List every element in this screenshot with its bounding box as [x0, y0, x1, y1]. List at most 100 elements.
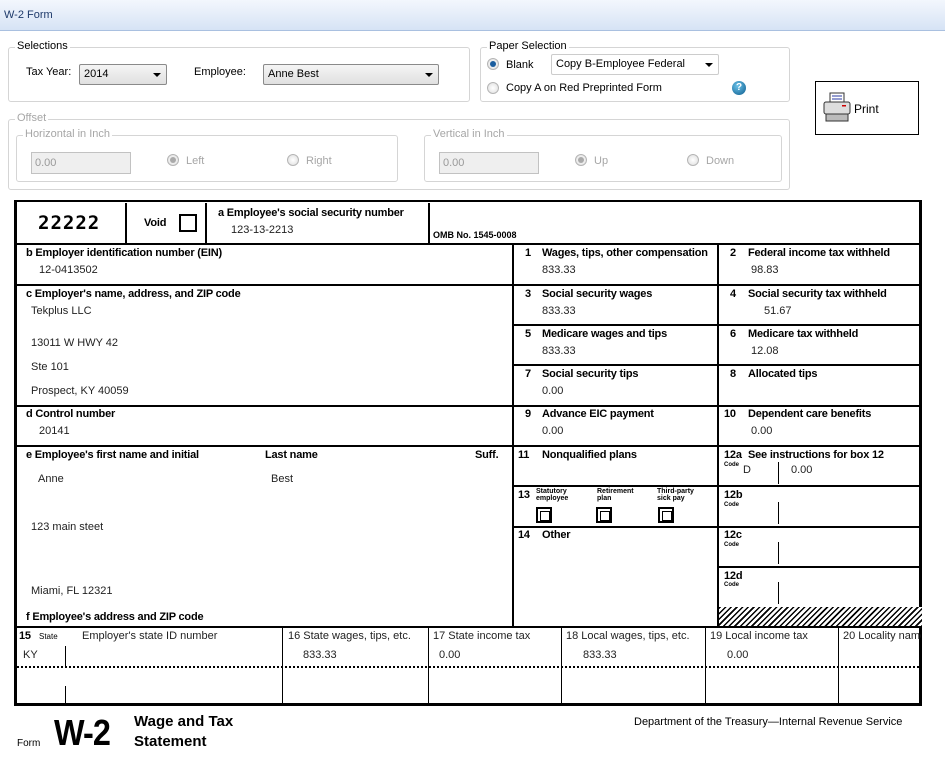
code-label: Code [724, 582, 739, 588]
b12a-value: 0.00 [791, 464, 813, 476]
b7-num: 7 [525, 368, 531, 380]
ssn-label: a Employee's social security number [218, 207, 404, 219]
blank-radio[interactable] [487, 58, 499, 70]
selections-legend: Selections [15, 40, 70, 52]
b13-thirdparty: Third-party sick pay [657, 488, 694, 502]
b9-num: 9 [525, 408, 531, 420]
b1-label: Wages, tips, other compensation [542, 247, 708, 259]
employee-select[interactable]: Anne Best [263, 64, 439, 85]
blank-label: Blank [506, 59, 534, 71]
horizontal-offset-value: 0.00 [35, 157, 57, 169]
b14-label: Other [542, 529, 571, 541]
employer-city: Prospect, KY 40059 [31, 385, 129, 397]
up-label: Up [594, 155, 609, 167]
b12c-num: 12c [724, 529, 742, 541]
b8-label: Allocated tips [748, 368, 818, 380]
footer-title2: Statement [134, 733, 207, 750]
window-title: W-2 Form [4, 9, 53, 21]
up-radio[interactable] [575, 154, 587, 166]
copy-a-radio[interactable] [487, 82, 499, 94]
b7-value: 0.00 [542, 385, 564, 397]
b6-num: 6 [730, 328, 736, 340]
b4-label: Social security tax withheld [748, 288, 887, 300]
hatched-area [719, 607, 922, 626]
right-label: Right [306, 155, 332, 167]
employer-label: c Employer's name, address, and ZIP code [26, 288, 241, 300]
statutory-checkbox[interactable] [536, 507, 552, 523]
chevron-down-icon [705, 63, 713, 67]
right-radio[interactable] [287, 154, 299, 166]
code-label: Code [724, 462, 739, 468]
employee-address: 123 main steet [31, 521, 104, 533]
control-label: d Control number [26, 408, 116, 420]
printer-icon [823, 92, 851, 122]
void-checkbox[interactable] [179, 214, 197, 232]
b7-label: Social security tips [542, 368, 639, 380]
footer-title1: Wage and Tax [134, 713, 234, 730]
state-b15-id-label: Employer's state ID number [82, 630, 218, 642]
b10-num: 10 [724, 408, 736, 420]
b14-num: 14 [518, 529, 530, 541]
b6-label: Medicare tax withheld [748, 328, 859, 340]
print-button[interactable]: Print [815, 81, 919, 135]
offset-legend: Offset [15, 112, 49, 124]
employee-value: Anne Best [268, 68, 319, 80]
employer-address-2: Ste 101 [31, 361, 69, 373]
employee-city: Miami, FL 12321 [31, 585, 113, 597]
vertical-legend: Vertical in Inch [431, 128, 507, 140]
b1-num: 1 [525, 247, 531, 259]
employee-label: Employee: [194, 66, 246, 78]
employer-address-1: 13011 W HWY 42 [31, 337, 119, 349]
b5-value: 833.33 [542, 345, 576, 357]
b10-label: Dependent care benefits [748, 408, 872, 420]
retirement-checkbox[interactable] [596, 507, 612, 523]
b5-label: Medicare wages and tips [542, 328, 667, 340]
state-b20: 20 Locality name [843, 630, 921, 642]
form-code: 22222 [38, 212, 101, 234]
b12b-num: 12b [724, 489, 743, 501]
employer-name: Tekplus LLC [31, 305, 92, 317]
ein-label: b Employer identification number (EIN) [26, 247, 222, 259]
control-value: 20141 [39, 425, 70, 437]
code-label: Code [724, 542, 739, 548]
employee-last-name: Best [271, 473, 294, 485]
chevron-down-icon [425, 73, 433, 77]
left-radio[interactable] [167, 154, 179, 166]
employee-first-name: Anne [38, 473, 64, 485]
copy-select[interactable]: Copy B-Employee Federal [551, 54, 719, 75]
suffix-label: Suff. [475, 449, 499, 461]
employee-address-label: f Employee's address and ZIP code [26, 611, 204, 623]
b13-statutory: Statutory employee [536, 488, 569, 502]
ein-value: 12-0413502 [39, 264, 98, 276]
b4-num: 4 [730, 288, 736, 300]
footer-dept: Department of the Treasury—Internal Reve… [634, 716, 903, 728]
b5-num: 5 [525, 328, 531, 340]
third-party-checkbox[interactable] [658, 507, 674, 523]
b9-value: 0.00 [542, 425, 564, 437]
horizontal-offset-input[interactable]: 0.00 [31, 152, 131, 174]
state-b16: 16 State wages, tips, etc. [288, 630, 411, 642]
state-b17-value: 0.00 [439, 649, 461, 661]
help-icon[interactable]: ? [732, 81, 746, 95]
b2-num: 2 [730, 247, 736, 259]
b12d-num: 12d [724, 570, 743, 582]
b12a-num: 12a [724, 449, 742, 461]
code-label: Code [724, 502, 739, 508]
state-b18: 18 Local wages, tips, etc. [566, 630, 690, 642]
employee-name-label: e Employee's first name and initial [26, 449, 199, 461]
state-b19: 19 Local income tax [710, 630, 808, 642]
last-name-label: Last name [265, 449, 318, 461]
tax-year-select[interactable]: 2014 [79, 64, 167, 85]
b9-label: Advance EIC payment [542, 408, 654, 420]
vertical-offset-value: 0.00 [443, 157, 465, 169]
print-label: Print [854, 102, 879, 116]
down-radio[interactable] [687, 154, 699, 166]
b2-label: Federal income tax withheld [748, 247, 890, 259]
down-label: Down [706, 155, 735, 167]
b12a-label: See instructions for box 12 [748, 449, 884, 461]
vertical-offset-input[interactable]: 0.00 [439, 152, 539, 174]
b13-retirement: Retirement plan [597, 488, 634, 502]
b3-value: 833.33 [542, 305, 576, 317]
b6-value: 12.08 [751, 345, 779, 357]
b4-value: 51.67 [764, 305, 792, 317]
